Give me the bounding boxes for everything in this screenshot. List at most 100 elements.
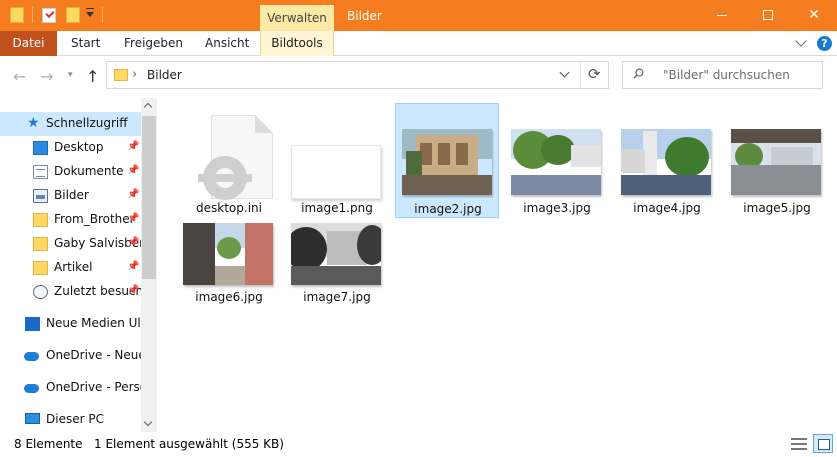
- recent-locations-icon[interactable]: ▾: [68, 70, 73, 80]
- sidebar-item-desktop[interactable]: Desktop 📌: [0, 136, 141, 160]
- file-item-image3[interactable]: image3.jpg: [505, 103, 609, 218]
- file-name: image7.jpg: [303, 290, 371, 304]
- help-icon[interactable]: ?: [817, 36, 832, 51]
- file-item-image5[interactable]: image5.jpg: [725, 103, 829, 218]
- refresh-icon[interactable]: ⟳: [588, 65, 601, 83]
- folder-icon: [33, 237, 48, 251]
- ribbon-tabs: Datei Start Freigeben Ansicht Bildtools …: [0, 31, 837, 56]
- sidebar-item-this-pc[interactable]: Dieser PC: [0, 408, 141, 432]
- file-name: image4.jpg: [633, 201, 701, 215]
- file-item-image4[interactable]: image4.jpg: [615, 103, 719, 218]
- pin-icon: 📌: [127, 213, 140, 224]
- sidebar-item-from-brother[interactable]: From_Brother 📌: [0, 208, 141, 232]
- pictures-icon: [33, 189, 48, 203]
- forward-arrow-icon[interactable]: →: [40, 67, 53, 86]
- image-thumbnail: [511, 129, 601, 195]
- close-icon: ✕: [808, 7, 820, 23]
- minimize-button[interactable]: [699, 0, 745, 31]
- scroll-up-icon[interactable]: [143, 102, 153, 112]
- back-arrow-icon[interactable]: ←: [13, 67, 26, 86]
- sidebar-item-label: From_Brother: [54, 212, 135, 226]
- desktop-icon: [33, 141, 48, 155]
- new-folder-icon[interactable]: [66, 7, 80, 23]
- navigation-scrollbar[interactable]: [141, 98, 157, 432]
- folder-icon: [10, 7, 24, 23]
- pin-icon: 📌: [127, 285, 140, 296]
- pin-icon: 📌: [127, 141, 140, 152]
- file-item-image7[interactable]: image7.jpg: [285, 205, 389, 320]
- image-thumbnail: [291, 145, 381, 199]
- breadcrumb-chevron-icon[interactable]: ›: [132, 67, 137, 82]
- sidebar-item-label: OneDrive - Neue Medien: [46, 348, 141, 362]
- file-item-image1[interactable]: image1.png: [285, 103, 389, 218]
- customize-toolbar-icon[interactable]: [86, 8, 94, 17]
- properties-icon[interactable]: [42, 8, 56, 23]
- window-title: Bilder: [347, 9, 382, 23]
- sidebar-item-documents[interactable]: Dokumente 📌: [0, 160, 141, 184]
- file-name: image5.jpg: [743, 201, 811, 215]
- building-icon: [25, 317, 40, 331]
- divider: [580, 62, 581, 88]
- folder-icon: [114, 69, 128, 81]
- sidebar-item-label: Dieser PC: [46, 412, 104, 426]
- scroll-down-icon[interactable]: [143, 417, 153, 427]
- file-name: image3.jpg: [523, 201, 591, 215]
- gear-icon: [198, 156, 252, 200]
- sidebar-item-label: Bilder: [54, 188, 89, 202]
- file-item-image2[interactable]: image2.jpg: [395, 103, 499, 218]
- file-item-image6[interactable]: image6.jpg: [177, 205, 281, 320]
- selection-info: 1 Element ausgewählt (555 KB): [94, 437, 284, 451]
- navigation-pane: ★ Schnellzugriff Desktop 📌 Dokumente 📌 B…: [0, 98, 157, 432]
- star-icon: ★: [27, 115, 40, 131]
- onedrive-icon: [24, 352, 39, 361]
- breadcrumb[interactable]: Bilder: [147, 68, 182, 82]
- sidebar-item-onedrive-personal[interactable]: OneDrive - Personal: [0, 376, 141, 400]
- large-icons-view-icon[interactable]: [813, 434, 833, 453]
- close-button[interactable]: ✕: [791, 0, 837, 31]
- sidebar-item-label: Schnellzugriff: [46, 116, 128, 130]
- sidebar-item-artikel[interactable]: Artikel 📌: [0, 256, 141, 280]
- address-bar[interactable]: › Bilder ⟳: [106, 61, 609, 89]
- sidebar-item-recent[interactable]: Zuletzt besucht 📌: [0, 280, 141, 304]
- file-name: image2.jpg: [414, 202, 482, 216]
- tab-view[interactable]: Ansicht: [205, 31, 249, 56]
- sidebar-item-label: Neue Medien Ulm: [46, 316, 141, 330]
- image-thumbnail: [402, 129, 492, 195]
- folder-icon: [33, 213, 48, 227]
- recent-icon: [33, 285, 48, 299]
- tab-file[interactable]: Datei: [0, 31, 57, 56]
- pin-icon: 📌: [127, 165, 140, 176]
- tab-start[interactable]: Start: [71, 31, 100, 56]
- tab-picture-tools[interactable]: Bildtools: [260, 31, 334, 56]
- documents-icon: [33, 165, 48, 179]
- details-view-icon[interactable]: [791, 437, 807, 451]
- file-item-desktop-ini[interactable]: desktop.ini: [177, 103, 281, 218]
- divider: [102, 7, 103, 23]
- scrollbar-thumb[interactable]: [142, 116, 156, 279]
- sidebar-item-neue-medien-ulm[interactable]: Neue Medien Ulm: [0, 312, 141, 336]
- search-icon: [633, 68, 644, 79]
- sidebar-item-onedrive-neue-medien[interactable]: OneDrive - Neue Medien: [0, 344, 141, 368]
- sidebar-item-label: Artikel: [54, 260, 93, 274]
- pin-icon: 📌: [127, 237, 140, 248]
- maximize-icon: [763, 10, 773, 20]
- up-arrow-icon[interactable]: ↑: [86, 67, 99, 86]
- expand-ribbon-icon[interactable]: [795, 35, 807, 47]
- sidebar-item-pictures[interactable]: Bilder 📌: [0, 184, 141, 208]
- sidebar-item-gaby-salvisberg[interactable]: Gaby Salvisberg 📌: [0, 232, 141, 256]
- search-input[interactable]: "Bilder" durchsuchen: [622, 61, 823, 89]
- status-bar: 8 Elemente 1 Element ausgewählt (555 KB): [0, 432, 837, 457]
- tab-share[interactable]: Freigeben: [124, 31, 183, 56]
- contextual-tab-label: Verwalten: [260, 5, 334, 31]
- address-row: ← → ▾ ↑ › Bilder ⟳ "Bilder" durchsuchen: [0, 57, 837, 94]
- sidebar-item-quick-access[interactable]: ★ Schnellzugriff: [0, 112, 141, 136]
- address-dropdown-icon[interactable]: [559, 67, 570, 78]
- divider: [32, 7, 33, 23]
- file-list: desktop.ini image1.png image2.jpg image3…: [157, 98, 837, 432]
- pin-icon: 📌: [127, 189, 140, 200]
- minimize-icon: [717, 15, 727, 16]
- image-thumbnail: [621, 129, 711, 195]
- folder-icon: [33, 261, 48, 275]
- image-thumbnail: [731, 129, 821, 195]
- maximize-button[interactable]: [745, 0, 791, 31]
